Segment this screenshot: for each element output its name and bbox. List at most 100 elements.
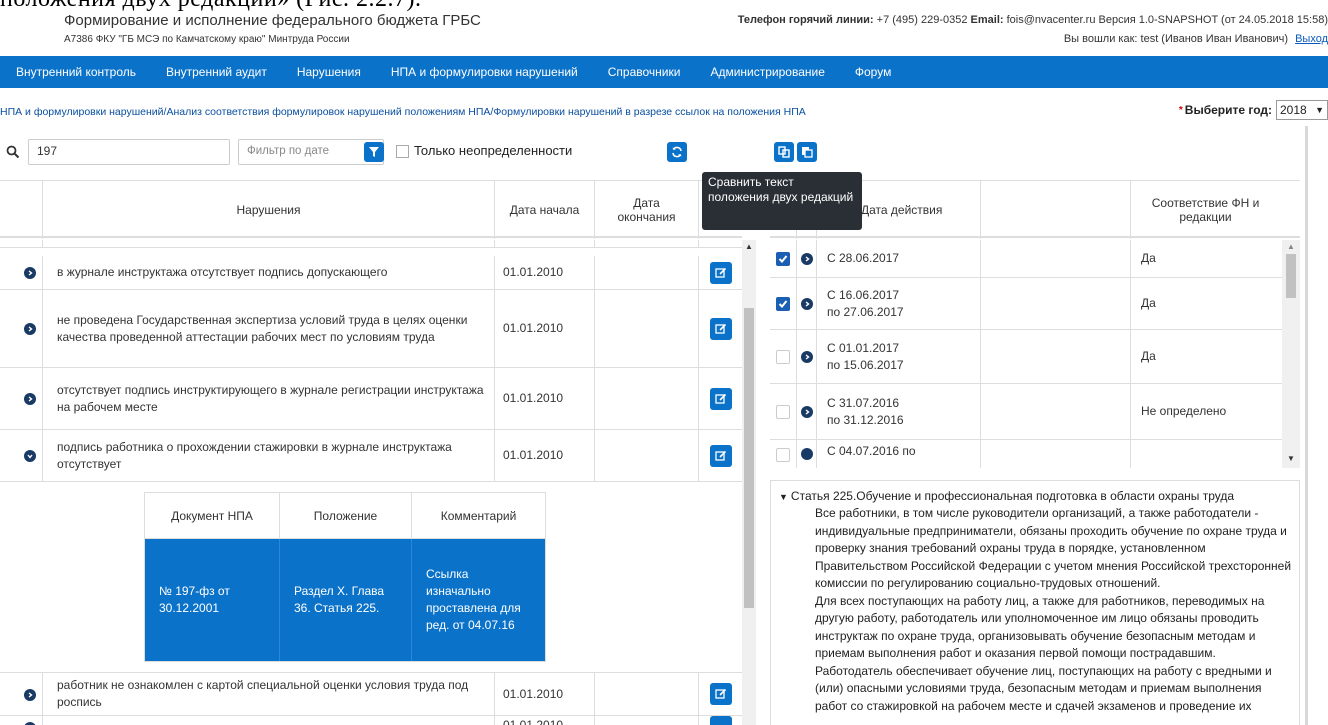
article-panel: ▼ Статья 225.Обучение и профессиональная …	[770, 480, 1300, 725]
end-date	[594, 716, 698, 725]
expand-icon[interactable]	[800, 405, 813, 418]
organization-name: А7386 ФКУ "ГБ МСЭ по Камчатскому краю" М…	[64, 34, 350, 45]
detail-row-selected[interactable]: № 197-фз от 30.12.2001 Раздел X. Глава 3…	[145, 539, 545, 661]
right-scrollbar[interactable]: ▲ ▼	[1282, 240, 1300, 468]
compare-icon	[778, 146, 790, 158]
nav-administration[interactable]: Администрирование	[710, 65, 824, 79]
table-row[interactable]: не проведена Государственная экспертиза …	[0, 290, 742, 368]
table-row[interactable]: 01.01.2010	[0, 716, 742, 725]
only-undefined-checkbox[interactable]	[396, 145, 409, 158]
year-select[interactable]: 2018 ▼	[1276, 100, 1328, 120]
right-scrollbar-thumb[interactable]	[1286, 254, 1296, 298]
version-info: Версия 1.0-SNAPSHOT (от 24.05.2018 15:58…	[1098, 14, 1328, 26]
edit-icon	[714, 393, 726, 404]
edition-row[interactable]: С 16.06.2017 по 27.06.2017 Да	[770, 278, 1300, 330]
edition-row[interactable]: С 31.07.2016 по 31.12.2016 Не определено	[770, 384, 1300, 440]
copy-button[interactable]	[797, 142, 817, 162]
header-violations[interactable]: Нарушения	[42, 181, 494, 239]
refresh-button[interactable]	[667, 142, 687, 162]
nav-forum[interactable]: Форум	[855, 65, 891, 79]
start-date: 01.01.2010	[494, 673, 594, 715]
scroll-up-icon[interactable]: ▲	[1287, 242, 1295, 251]
edit-cell	[698, 673, 742, 715]
header-end-date[interactable]: Дата окончания	[594, 181, 698, 239]
date-filter-input[interactable]: Фильтр по дате	[238, 139, 384, 165]
logged-in-text: Вы вошли как: test (Иванов Иван Иванович…	[1063, 33, 1289, 45]
violation-text: подпись работника о прохождении стажиров…	[42, 430, 494, 481]
expand-icon[interactable]	[24, 393, 36, 405]
left-scrollbar-thumb[interactable]	[744, 308, 754, 608]
logout-link[interactable]: Выход	[1295, 33, 1328, 45]
nav-internal-audit[interactable]: Внутренний аудит	[166, 65, 267, 79]
hotline-label: Телефон горячий линии:	[737, 14, 874, 26]
triangle-down-icon[interactable]: ▼	[779, 492, 788, 502]
user-info: Вы вошли как: test (Иванов Иван Иванович…	[1064, 33, 1328, 45]
expand-icon[interactable]	[800, 448, 813, 460]
header-provision: Положение	[279, 493, 411, 538]
edition-row[interactable]: С 04.07.2016 по	[770, 440, 1300, 468]
check-icon	[778, 254, 788, 263]
edition-match: Не определено	[1130, 384, 1280, 439]
search-input[interactable]: 197	[28, 139, 230, 165]
nav-internal-control[interactable]: Внутренний контроль	[16, 65, 136, 79]
edit-cell	[698, 368, 742, 429]
breadcrumb[interactable]: НПА и формулировки нарушений/Анализ соот…	[0, 106, 806, 118]
page: положения двух редакций» (Рис. 2.2.7). Ф…	[0, 0, 1328, 725]
expand-icon[interactable]	[24, 689, 36, 701]
nav-references[interactable]: Справочники	[608, 65, 681, 79]
table-row[interactable]: отсутствует подпись инструктирующего в ж…	[0, 368, 742, 430]
start-date: 01.01.2010	[494, 256, 594, 289]
article-title[interactable]: ▼ Статья 225.Обучение и профессиональная …	[779, 489, 1295, 503]
edit-button[interactable]	[709, 317, 732, 340]
expand-icon[interactable]	[800, 350, 813, 363]
collapse-icon[interactable]	[24, 450, 36, 462]
funnel-icon	[369, 147, 379, 157]
left-scrollbar[interactable]: ▲	[742, 240, 756, 725]
edition-match: Да	[1130, 330, 1280, 383]
edit-cell	[698, 256, 742, 289]
edit-button[interactable]	[709, 716, 732, 725]
end-date	[594, 673, 698, 715]
page-scrollbar[interactable]	[1305, 126, 1308, 725]
required-marker: *	[1178, 104, 1183, 116]
edition-row[interactable]: С 28.06.2017 Да	[770, 240, 1300, 278]
expand-icon[interactable]	[24, 323, 36, 335]
edition-checkbox[interactable]	[776, 251, 790, 266]
filter-button[interactable]	[364, 142, 384, 162]
header-start-date[interactable]: Дата начала	[494, 181, 594, 239]
edition-checkbox[interactable]	[776, 404, 790, 419]
edition-checkbox[interactable]	[776, 448, 790, 462]
expand-icon[interactable]	[800, 297, 813, 310]
header-match[interactable]: Соответствие ФН и редакции	[1130, 181, 1280, 239]
edition-checkbox[interactable]	[776, 296, 790, 311]
edit-button[interactable]	[709, 261, 732, 284]
edit-icon	[714, 688, 726, 699]
table-row[interactable]: в журнале инструктажа отсутствует подпис…	[0, 256, 742, 290]
scroll-down-icon[interactable]: ▼	[1287, 454, 1295, 463]
nav-npa[interactable]: НПА и формулировки нарушений	[391, 65, 578, 79]
edition-date: С 28.06.2017	[816, 240, 980, 277]
expand-icon[interactable]	[800, 252, 813, 265]
nav-violations[interactable]: Нарушения	[297, 65, 361, 79]
edit-button[interactable]	[709, 683, 732, 705]
compare-text-button[interactable]	[774, 142, 794, 162]
edit-button[interactable]	[709, 387, 732, 410]
edition-checkbox[interactable]	[776, 349, 790, 364]
violation-text: в журнале инструктажа отсутствует подпис…	[42, 256, 494, 289]
table-row-expanded[interactable]: подпись работника о прохождении стажиров…	[0, 430, 742, 482]
expand-icon[interactable]	[24, 267, 36, 279]
violation-text	[42, 716, 494, 725]
compare-tooltip: Сравнить текст положения двух редакций	[702, 172, 862, 230]
end-date	[594, 256, 698, 289]
edition-row[interactable]: С 01.01.2017 по 15.06.2017 Да	[770, 330, 1300, 384]
email-label: Email:	[970, 14, 1004, 26]
scroll-up-icon[interactable]: ▲	[745, 242, 753, 251]
table-row	[0, 240, 742, 248]
end-date	[594, 368, 698, 429]
edit-button[interactable]	[709, 444, 732, 467]
edition-date: С 16.06.2017 по 27.06.2017	[816, 278, 980, 329]
contact-info: Телефон горячий линии: +7 (495) 229-0352…	[738, 14, 1328, 26]
start-date: 01.01.2010	[494, 290, 594, 367]
start-date: 01.01.2010	[494, 430, 594, 481]
table-row[interactable]: работник не ознакомлен с картой специаль…	[0, 672, 742, 716]
